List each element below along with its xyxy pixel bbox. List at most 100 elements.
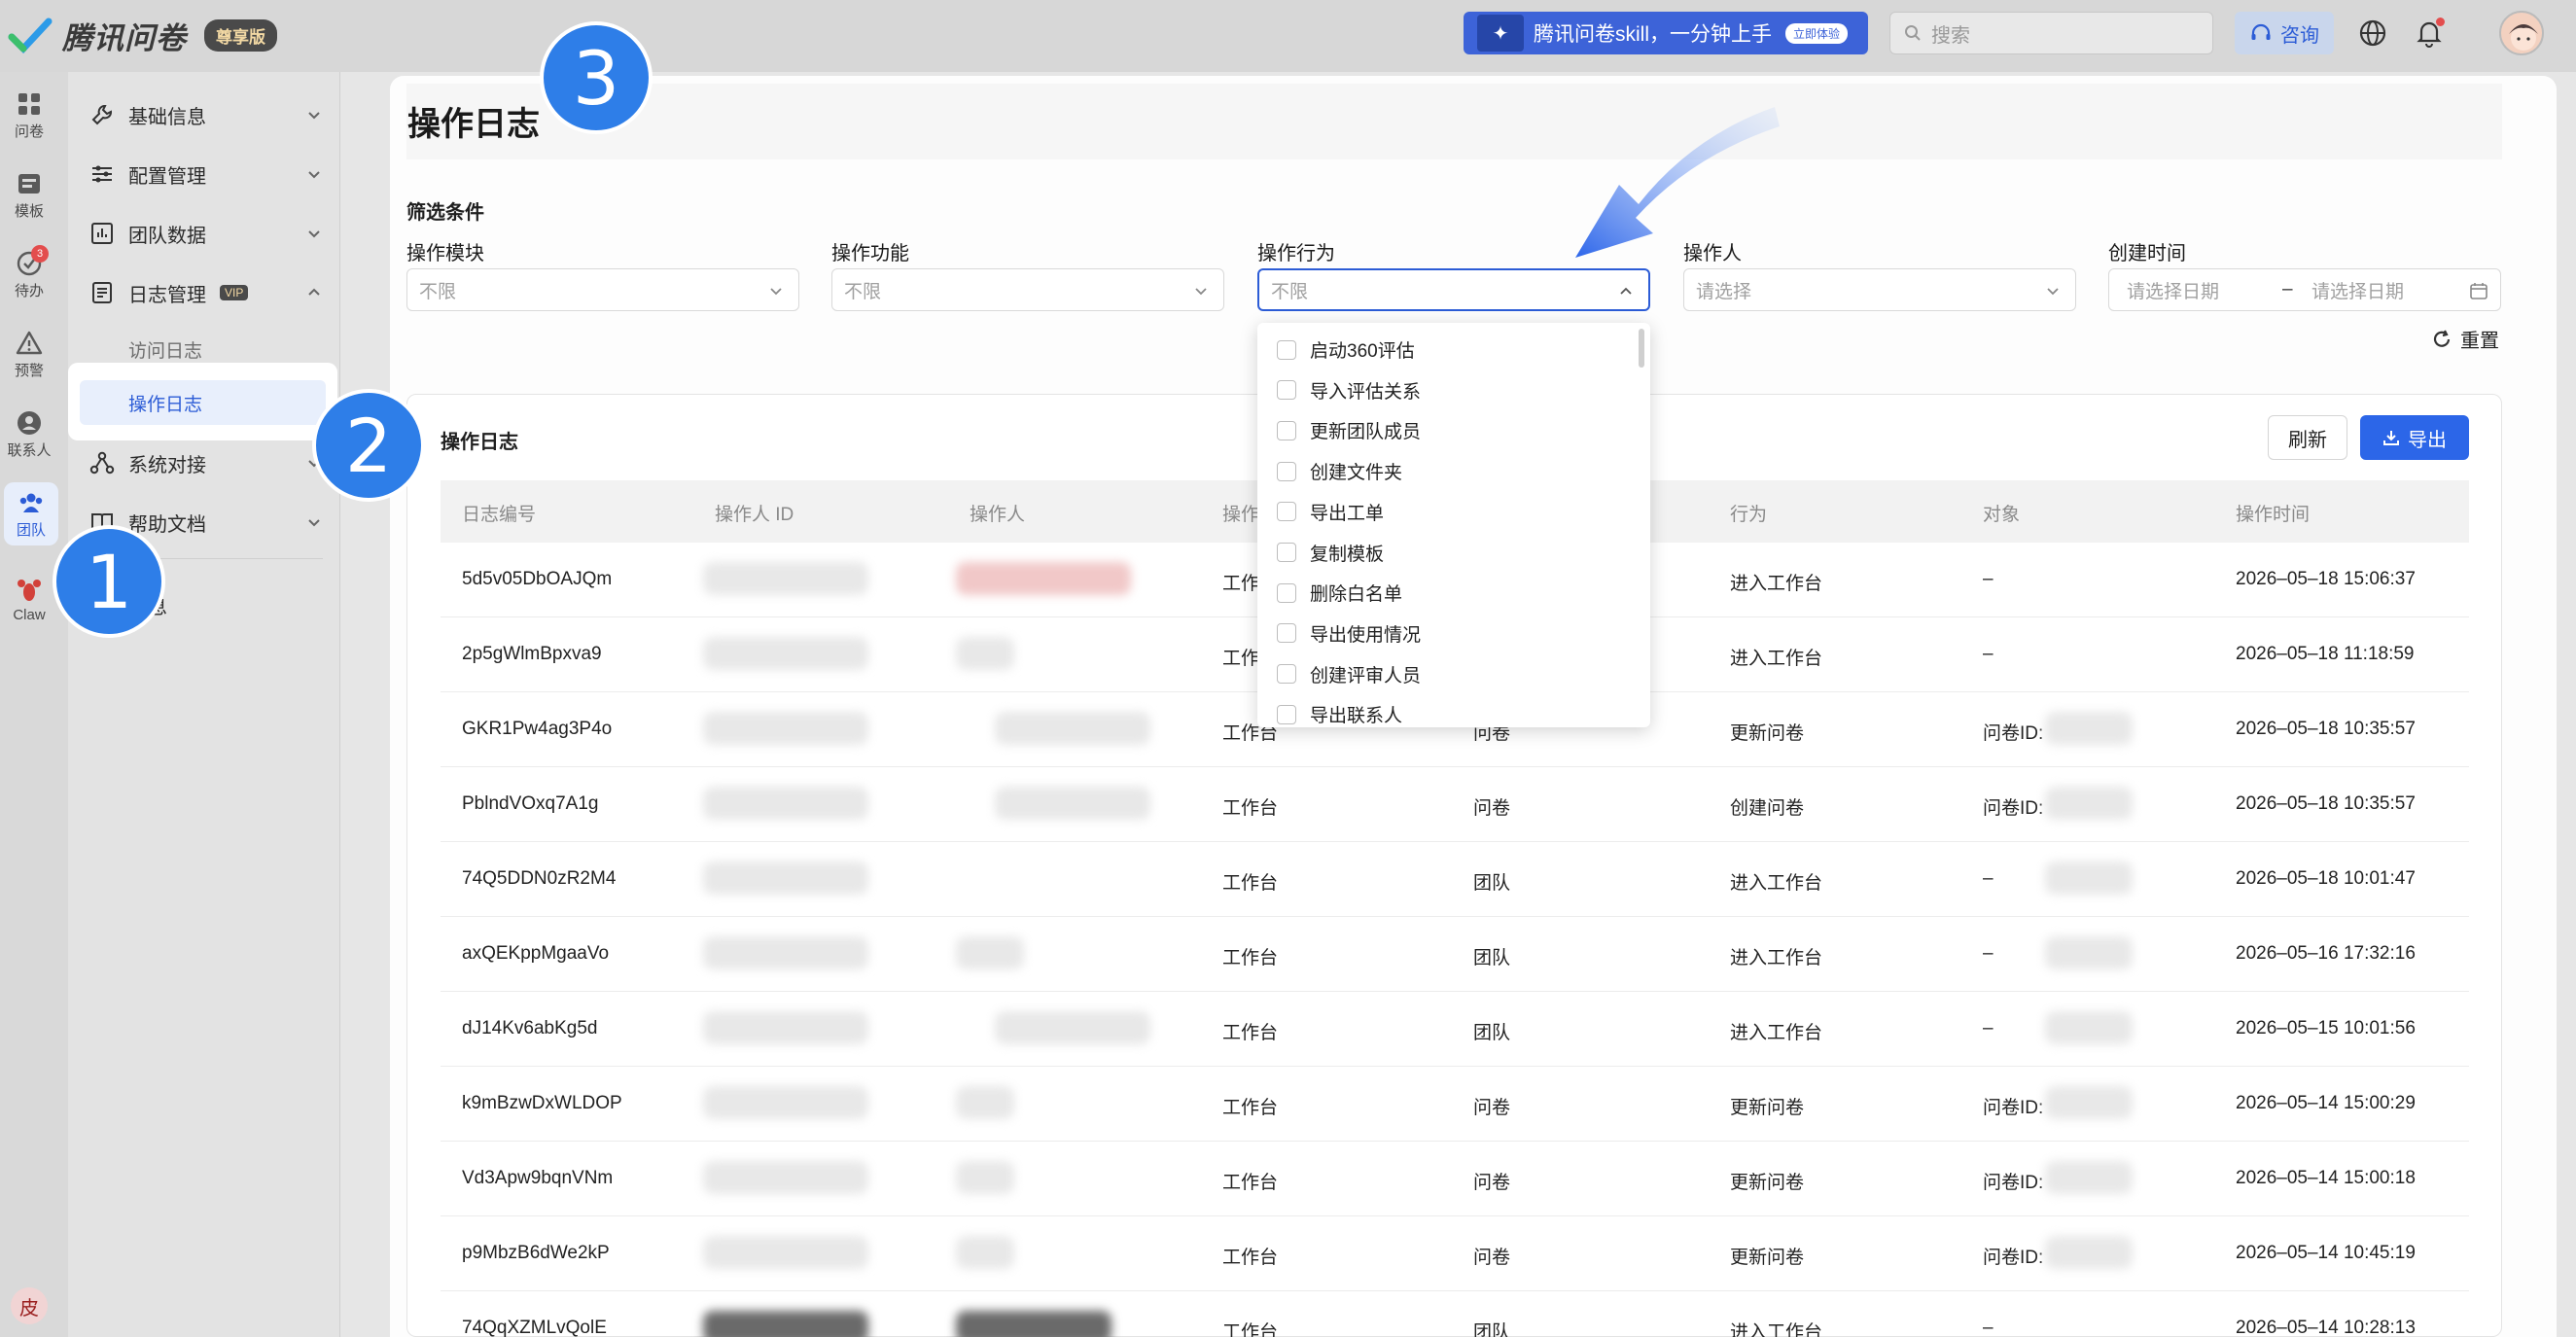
table-row[interactable]: k9mBzwDxWLDOP 工作台 问卷 更新问卷 问卷ID: 2026–05–14 15… (441, 1067, 2469, 1142)
filter-action-select[interactable]: 不限 (1257, 268, 1650, 311)
user-avatar[interactable] (2499, 11, 2544, 55)
consult-button[interactable]: 咨询 (2235, 12, 2334, 54)
cell-log-id: p9MbzB6dWe2kP (462, 1243, 610, 1263)
table-row[interactable]: PblndVOxq7A1g 工作台 问卷 创建问卷 问卷ID: 2026–05–18 10… (441, 767, 2469, 842)
nav-sub-visit-log[interactable]: 访问日志 (128, 336, 202, 363)
redacted-object (2045, 862, 2133, 895)
rail-label: 待办 (14, 283, 44, 299)
nav-sub-operation-log[interactable]: 操作日志 (80, 380, 326, 425)
document-icon (92, 282, 112, 303)
col-header-operator-id: 操作人 ID (715, 505, 794, 525)
search-input[interactable]: 搜索 (1889, 12, 2213, 54)
option-label: 导出工单 (1310, 503, 1385, 524)
reset-button[interactable]: 重置 (2431, 325, 2499, 353)
rail-item-contacts[interactable]: 联系人 (0, 408, 58, 460)
redacted-object (2045, 1011, 2133, 1044)
checkbox[interactable] (1277, 543, 1296, 562)
filter-operator-select[interactable]: 请选择 (1683, 268, 2076, 311)
nav-label: 帮助文档 (128, 513, 206, 536)
date-range-picker[interactable]: 请选择日期 – 请选择日期 (2108, 268, 2501, 311)
contact-icon (18, 411, 41, 435)
rail-item-alert[interactable]: 预警 (0, 329, 58, 380)
filter-module-select[interactable]: 不限 (406, 268, 799, 311)
filter-function-select[interactable]: 不限 (831, 268, 1224, 311)
promo-banner[interactable]: ✦ 腾讯问卷skill，一分钟上手 立即体验 (1464, 12, 1868, 54)
option-label: 创建评审人员 (1310, 665, 1422, 686)
refresh-button[interactable]: 刷新 (2268, 415, 2347, 460)
rail-item-team[interactable]: 团队 (4, 482, 58, 545)
table-row[interactable]: p9MbzB6dWe2kP 工作台 问卷 更新问卷 问卷ID: 2026–05–14 10… (441, 1216, 2469, 1291)
app-name: 腾讯问卷 (62, 21, 187, 56)
cell-action: 进入工作台 (1730, 574, 1823, 594)
edition-badge: 尊享版 (204, 19, 277, 52)
cell-module: 工作台 (1222, 873, 1279, 894)
table-row[interactable]: 74Q5DDN0zR2M4 工作台 团队 进入工作台 – 2026–05–18 10:01… (441, 842, 2469, 917)
checkbox[interactable] (1277, 502, 1296, 522)
checkbox[interactable] (1277, 461, 1296, 481)
rail-item-template[interactable]: 模板 (0, 169, 58, 221)
dropdown-option[interactable]: 删除白名单 (1277, 580, 1402, 606)
user-initial-avatar[interactable]: 皮 (11, 1287, 48, 1324)
dropdown-scrollbar[interactable] (1639, 329, 1644, 368)
checkbox[interactable] (1277, 623, 1296, 644)
export-button[interactable]: 导出 (2360, 415, 2469, 460)
date-end-input[interactable]: 请选择日期 (2311, 277, 2404, 303)
date-range-separator: – (2282, 279, 2293, 299)
cell-log-id: 2p5gWlmBpxva9 (462, 644, 602, 664)
warning-icon (16, 331, 43, 355)
cell-function: 团队 (1473, 948, 1511, 968)
dropdown-option[interactable]: 导入评估关系 (1277, 377, 1421, 404)
annotation-step-3: 3 (540, 21, 653, 134)
select-value: 不限 (1271, 281, 1309, 302)
rail-item-claw[interactable]: Claw (0, 576, 58, 623)
nav-item-team-data[interactable]: 团队数据 (89, 214, 323, 253)
dropdown-option[interactable]: 更新团队成员 (1277, 417, 1421, 443)
dropdown-option[interactable]: 启动360评估 (1277, 336, 1415, 363)
dropdown-option[interactable]: 创建文件夹 (1277, 458, 1402, 484)
checkbox[interactable] (1277, 704, 1296, 724)
col-header-log-id: 日志编号 (462, 505, 537, 525)
app-logo[interactable]: 腾讯问卷 尊享版 (8, 14, 277, 57)
dropdown-option[interactable]: 创建评审人员 (1277, 661, 1421, 687)
table-row[interactable]: axQEKppMgaaVo 工作台 团队 进入工作台 – 2026–05–16 17:32… (441, 917, 2469, 992)
notification-bell-icon[interactable] (2412, 16, 2447, 51)
date-start-input[interactable]: 请选择日期 (2127, 277, 2219, 303)
nav-item-basic-info[interactable]: 基础信息 (89, 95, 323, 134)
redacted-value (956, 1161, 1014, 1194)
annotation-step-1: 1 (53, 525, 165, 638)
table-row[interactable]: dJ14Kv6abKg5d 工作台 团队 进入工作台 – 2026–05–15 10:01… (441, 992, 2469, 1067)
redacted-value (703, 1086, 868, 1119)
language-globe-icon[interactable] (2355, 16, 2390, 51)
headset-icon (2251, 23, 2271, 40)
dropdown-option[interactable]: 导出工单 (1277, 499, 1384, 525)
nav-item-system-integration[interactable]: 系统对接 (89, 443, 323, 482)
rail-item-todo[interactable]: 3 待办 (0, 245, 58, 300)
rail-item-survey[interactable]: 问卷 (0, 89, 58, 141)
redacted-object (2045, 712, 2133, 745)
col-header-module: 操作 (1222, 505, 1260, 525)
checkbox[interactable] (1277, 582, 1296, 603)
table-row[interactable]: 74QqXZMLvQolE 工作台 团队 进入工作台 – 2026–05–14 10:28… (441, 1291, 2469, 1337)
dropdown-option[interactable]: 复制模板 (1277, 540, 1384, 566)
dropdown-option[interactable]: 导出联系人 (1277, 701, 1402, 727)
checkbox[interactable] (1277, 664, 1296, 685)
rail-label: Claw (13, 607, 46, 623)
option-label: 启动360评估 (1310, 341, 1415, 362)
dropdown-option[interactable]: 导出使用情况 (1277, 620, 1421, 647)
select-value: 不限 (419, 281, 457, 302)
checkbox[interactable] (1277, 380, 1296, 401)
cell-action: 进入工作台 (1730, 1322, 1823, 1337)
cell-log-id: 74Q5DDN0zR2M4 (462, 868, 617, 889)
nav-label: 团队数据 (128, 225, 206, 247)
redacted-value (703, 712, 868, 745)
cell-time: 2026–05–18 10:35:57 (2236, 793, 2416, 814)
table-row[interactable]: Vd3Apw9bqnVNm 工作台 问卷 更新问卷 问卷ID: 2026–05–14 15… (441, 1142, 2469, 1216)
cell-log-id: PblndVOxq7A1g (462, 793, 599, 814)
checkbox[interactable] (1277, 339, 1296, 360)
checkbox[interactable] (1277, 420, 1296, 440)
redacted-value (995, 712, 1150, 745)
nav-item-log-management[interactable]: 日志管理 VIP (89, 273, 323, 312)
nav-item-config[interactable]: 配置管理 (89, 155, 323, 194)
page-title: 操作日志 (407, 106, 540, 143)
redacted-object (2045, 1161, 2133, 1194)
